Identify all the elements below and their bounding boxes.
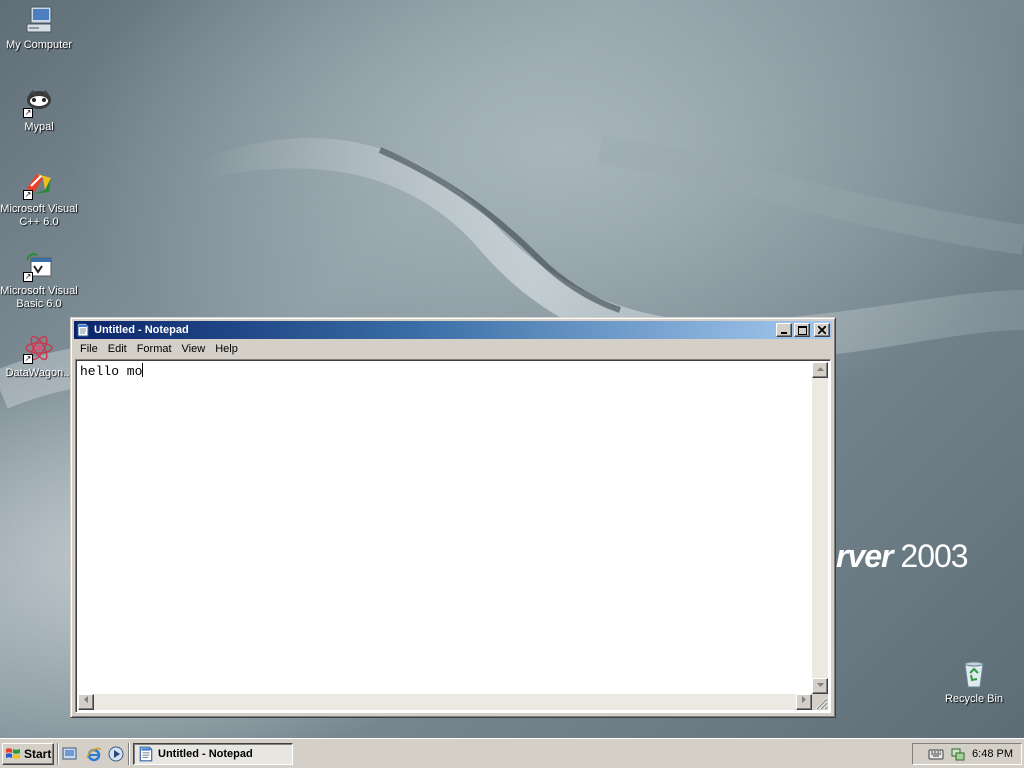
shortcut-arrow-icon: ↗ — [23, 108, 33, 118]
text-area[interactable]: hello mo — [78, 362, 812, 694]
resize-grip[interactable] — [812, 694, 828, 710]
desktop-icon-label: Microsoft Visual C++ 6.0 — [0, 203, 78, 228]
quicklaunch-separator — [128, 743, 130, 765]
show-desktop-icon[interactable] — [62, 746, 78, 762]
brand-text-left: rver — [836, 538, 893, 574]
menu-format[interactable]: Format — [133, 343, 178, 355]
shortcut-arrow-icon: ↗ — [23, 354, 33, 364]
shortcut-arrow-icon: ↗ — [23, 190, 33, 200]
desktop-icon-visual-basic[interactable]: ↗ Microsoft Visual Basic 6.0 — [0, 250, 78, 311]
scroll-left-button[interactable] — [78, 694, 94, 710]
arrow-left-icon — [84, 696, 88, 703]
system-tray: 6:48 PM — [912, 743, 1022, 765]
resize-grip-icon — [815, 697, 828, 710]
visual-basic-icon: ↗ — [23, 250, 55, 282]
datawagon-icon: ↗ — [23, 332, 55, 364]
desktop-icon-label: Mypal — [24, 121, 54, 133]
menu-help[interactable]: Help — [211, 343, 244, 355]
taskbar-button-label: Untitled - Notepad — [158, 748, 253, 760]
vertical-scrollbar[interactable] — [812, 362, 828, 694]
desktop-icon-my-computer[interactable]: My Computer — [0, 4, 78, 52]
arrow-right-icon — [802, 696, 806, 703]
menu-bar: File Edit Format View Help — [74, 340, 832, 358]
desktop-icon-recycle-bin[interactable]: Recycle Bin — [935, 658, 1013, 706]
quicklaunch-separator — [57, 743, 59, 765]
close-icon — [818, 326, 826, 334]
menu-file[interactable]: File — [76, 343, 104, 355]
minimize-icon — [781, 332, 787, 334]
editor-text: hello mo — [80, 364, 143, 379]
keyboard-icon[interactable] — [928, 746, 944, 762]
horizontal-scrollbar[interactable] — [78, 694, 812, 710]
wallpaper-brand-text: rver 2003 — [836, 538, 969, 575]
text-caret — [142, 363, 144, 377]
notepad-window[interactable]: Untitled - Notepad File Edit Format View… — [70, 317, 836, 718]
arrow-down-icon — [816, 683, 824, 687]
windows-logo-icon — [6, 748, 20, 759]
close-button[interactable] — [814, 323, 830, 337]
notepad-icon — [77, 323, 89, 337]
desktop-icon-datawagon[interactable]: ↗ DataWagon... — [0, 332, 78, 380]
window-title: Untitled - Notepad — [94, 324, 189, 336]
desktop-icon-label: Recycle Bin — [944, 693, 1004, 705]
minimize-button[interactable] — [776, 323, 792, 337]
taskbar-button-notepad[interactable]: Untitled - Notepad — [133, 743, 293, 765]
desktop-icon-visual-cpp[interactable]: ↗ Microsoft Visual C++ 6.0 — [0, 168, 78, 229]
desktop-icon-label: Microsoft Visual Basic 6.0 — [0, 285, 78, 310]
network-icon[interactable] — [950, 746, 966, 762]
start-button[interactable]: Start — [2, 743, 54, 765]
computer-icon — [23, 4, 55, 36]
desktop-icon-label: My Computer — [5, 39, 73, 51]
desktop-icon-label: DataWagon... — [5, 367, 73, 379]
notepad-icon — [139, 746, 153, 762]
maximize-button[interactable] — [794, 323, 810, 337]
arrow-up-icon — [816, 367, 824, 371]
scroll-down-button[interactable] — [812, 678, 828, 694]
text-editor[interactable]: hello mo — [75, 359, 831, 713]
shortcut-arrow-icon: ↗ — [23, 272, 33, 282]
clock[interactable]: 6:48 PM — [972, 748, 1021, 760]
scroll-up-button[interactable] — [812, 362, 828, 378]
menu-view[interactable]: View — [178, 343, 212, 355]
start-label: Start — [24, 747, 52, 761]
desktop-icon-mypal[interactable]: ↗ Mypal — [0, 86, 78, 134]
maximize-icon — [797, 325, 807, 335]
scroll-right-button[interactable] — [796, 694, 812, 710]
menu-edit[interactable]: Edit — [104, 343, 133, 355]
visual-cpp-icon: ↗ — [23, 168, 55, 200]
mypal-icon: ↗ — [23, 86, 55, 118]
brand-text-year: 2003 — [900, 538, 968, 574]
title-bar[interactable]: Untitled - Notepad — [74, 321, 832, 339]
taskbar: Start Untitled - Notepad 6:48 PM — [0, 738, 1024, 768]
internet-explorer-icon[interactable] — [86, 746, 102, 762]
recycle-bin-icon — [958, 658, 990, 690]
media-player-icon[interactable] — [108, 746, 124, 762]
